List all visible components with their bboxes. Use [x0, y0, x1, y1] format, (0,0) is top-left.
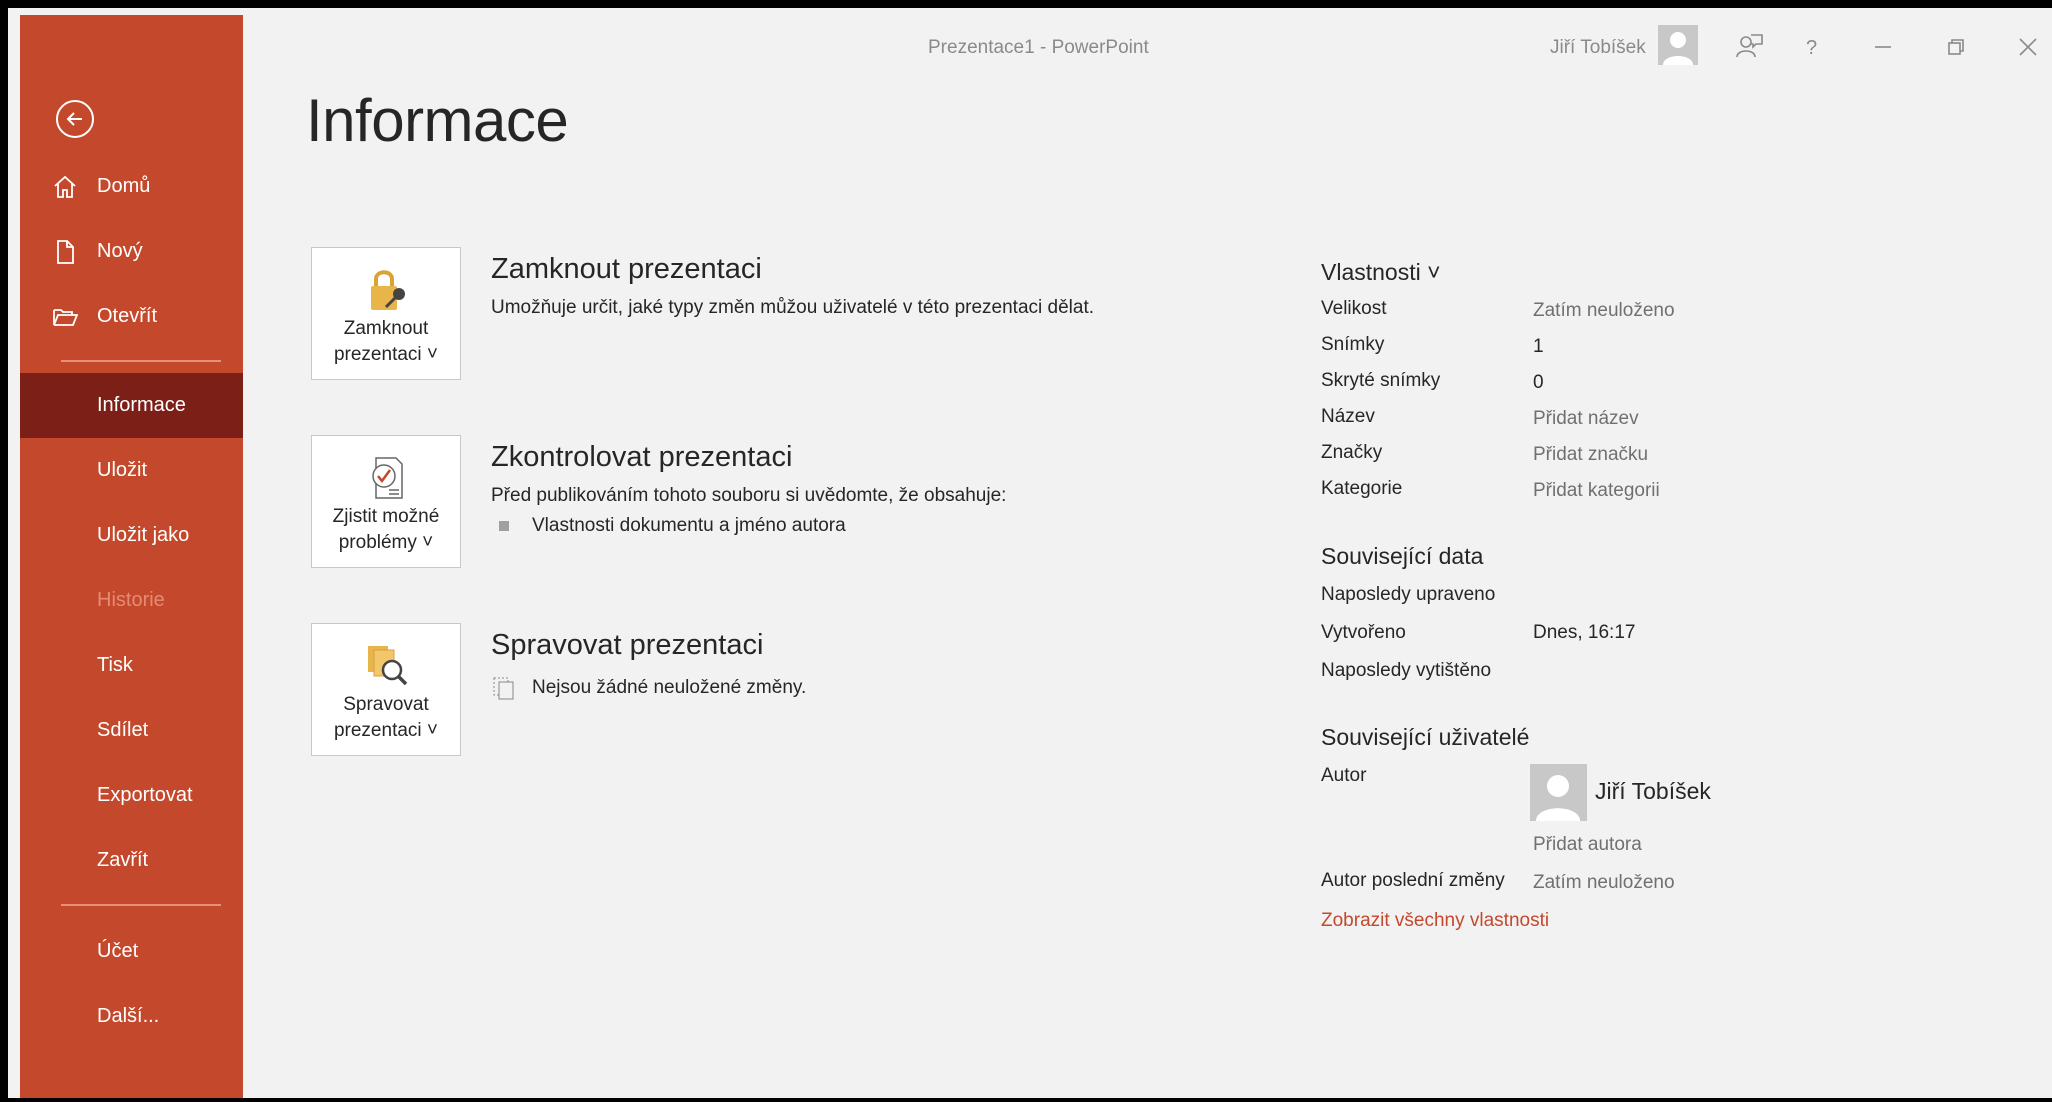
prop-val-tags[interactable]: Přidat značku [1533, 444, 1648, 466]
sidebar-item-save[interactable]: Uložit [20, 439, 243, 501]
protect-presentation-button[interactable]: Zamknout prezentaci ˅ [311, 247, 461, 380]
prop-key-categories: Kategorie [1321, 478, 1403, 499]
protect-heading: Zamknout prezentaci [491, 253, 762, 285]
coauthor-icon[interactable] [1734, 32, 1764, 62]
manage-presentation-button[interactable]: Spravovat prezentaci ˅ [311, 623, 461, 756]
prop-key-tags: Značky [1321, 442, 1383, 463]
lock-key-icon [371, 270, 405, 310]
sidebar-item-home[interactable]: Domů [20, 155, 243, 217]
unsaved-changes-icon [493, 677, 514, 700]
add-author-field[interactable]: Přidat autora [1533, 834, 1642, 856]
restore-icon[interactable] [1941, 32, 1971, 62]
sidebar-item-label: Otevřít [97, 305, 158, 327]
signed-in-user-name[interactable]: Jiří Tobíšek [1550, 37, 1646, 59]
sidebar-item-more[interactable]: Další... [20, 985, 243, 1047]
sidebar-divider [61, 360, 221, 362]
author-avatar[interactable] [1530, 764, 1587, 821]
sidebar-item-label: Uložit jako [97, 524, 190, 546]
bullet-icon [499, 521, 509, 531]
sidebar-item-save-as[interactable]: Uložit jako [20, 504, 243, 566]
sidebar-item-history: Historie [20, 569, 243, 631]
sidebar-item-share[interactable]: Sdílet [20, 699, 243, 761]
window-title: Prezentace1 - PowerPoint [928, 37, 1149, 58]
inspect-heading: Zkontrolovat prezentaci [491, 441, 793, 473]
back-arrow-icon[interactable] [56, 100, 94, 138]
help-icon[interactable]: ? [1796, 32, 1826, 62]
author-name[interactable]: Jiří Tobíšek [1595, 778, 1711, 805]
sidebar-item-label: Další... [97, 1005, 160, 1027]
close-icon[interactable] [2013, 32, 2043, 62]
app-window: Domů Nový Otevřít Informace Uložit Uloži… [8, 8, 2052, 1098]
prop-val-title[interactable]: Přidat název [1533, 408, 1639, 430]
button-label: Zjistit možné problémy ˅ [332, 506, 440, 553]
home-icon [54, 175, 76, 198]
button-label: Spravovat prezentaci ˅ [333, 694, 439, 741]
show-all-properties-link[interactable]: Zobrazit všechny vlastnosti [1321, 910, 1549, 932]
page-title: Informace [306, 87, 569, 154]
inspect-bullet-item: Vlastnosti dokumentu a jméno autora [532, 515, 846, 536]
sidebar-item-label: Uložit [97, 459, 148, 481]
prop-key-last-modified: Naposledy upraveno [1321, 584, 1496, 605]
open-folder-icon [53, 309, 78, 326]
manage-description: Nejsou žádné neuložené změny. [532, 677, 807, 698]
sidebar-item-account[interactable]: Účet [20, 920, 243, 982]
sidebar-item-label: Sdílet [97, 719, 149, 741]
protect-description: Umožňuje určit, jaké typy změn můžou uži… [491, 297, 1095, 318]
sidebar-item-label: Exportovat [97, 784, 193, 806]
prop-val-hidden-slides: 0 [1533, 372, 1544, 393]
sidebar-item-label: Nový [97, 240, 143, 262]
sidebar-item-open[interactable]: Otevřít [20, 285, 243, 347]
prop-val-size: Zatím neuloženo [1533, 300, 1675, 321]
prop-key-hidden-slides: Skryté snímky [1321, 370, 1441, 391]
related-data-heading: Související data [1321, 543, 1484, 569]
prop-val-last-modified-by: Zatím neuloženo [1533, 872, 1675, 893]
prop-key-title: Název [1321, 406, 1375, 427]
related-users-heading: Související uživatelé [1321, 724, 1530, 750]
minimize-icon[interactable] [1868, 32, 1898, 62]
backstage-sidebar: Domů Nový Otevřít Informace Uložit Uloži… [20, 15, 243, 1098]
inspect-description: Před publikováním tohoto souboru si uvěd… [491, 485, 1007, 506]
properties-heading[interactable]: Vlastnosti ˅ [1321, 259, 1441, 286]
sidebar-item-label: Účet [97, 940, 139, 962]
sidebar-item-export[interactable]: Exportovat [20, 764, 243, 826]
manage-versions-icon [368, 646, 408, 686]
sidebar-divider [61, 904, 221, 906]
manage-heading: Spravovat prezentaci [491, 629, 764, 661]
sidebar-item-label: Informace [97, 394, 186, 416]
svg-text:?: ? [1806, 37, 1817, 59]
check-for-issues-button[interactable]: Zjistit možné problémy ˅ [311, 435, 461, 568]
prop-key-last-printed: Naposledy vytištěno [1321, 660, 1492, 681]
prop-key-slides: Snímky [1321, 334, 1385, 355]
prop-val-slides: 1 [1533, 336, 1544, 357]
sidebar-item-label: Historie [97, 589, 165, 611]
prop-val-created: Dnes, 16:17 [1533, 622, 1636, 643]
user-avatar[interactable] [1658, 25, 1698, 65]
sidebar-item-info[interactable]: Informace [20, 373, 243, 438]
sidebar-item-print[interactable]: Tisk [20, 634, 243, 696]
sidebar-item-new[interactable]: Nový [20, 220, 243, 282]
sidebar-item-label: Domů [97, 175, 151, 197]
button-label: Zamknout prezentaci ˅ [333, 318, 439, 365]
sidebar-item-close[interactable]: Zavřít [20, 829, 243, 891]
prop-key-last-modified-by: Autor poslední změny [1321, 870, 1505, 891]
prop-key-size: Velikost [1321, 298, 1387, 319]
new-document-icon [57, 240, 74, 264]
prop-val-categories[interactable]: Přidat kategorii [1533, 480, 1660, 502]
sidebar-item-label: Zavřít [97, 849, 149, 871]
prop-key-author: Autor [1321, 765, 1367, 786]
sidebar-item-label: Tisk [97, 654, 133, 676]
inspect-checklist-icon [372, 457, 403, 499]
prop-key-created: Vytvořeno [1321, 622, 1406, 643]
